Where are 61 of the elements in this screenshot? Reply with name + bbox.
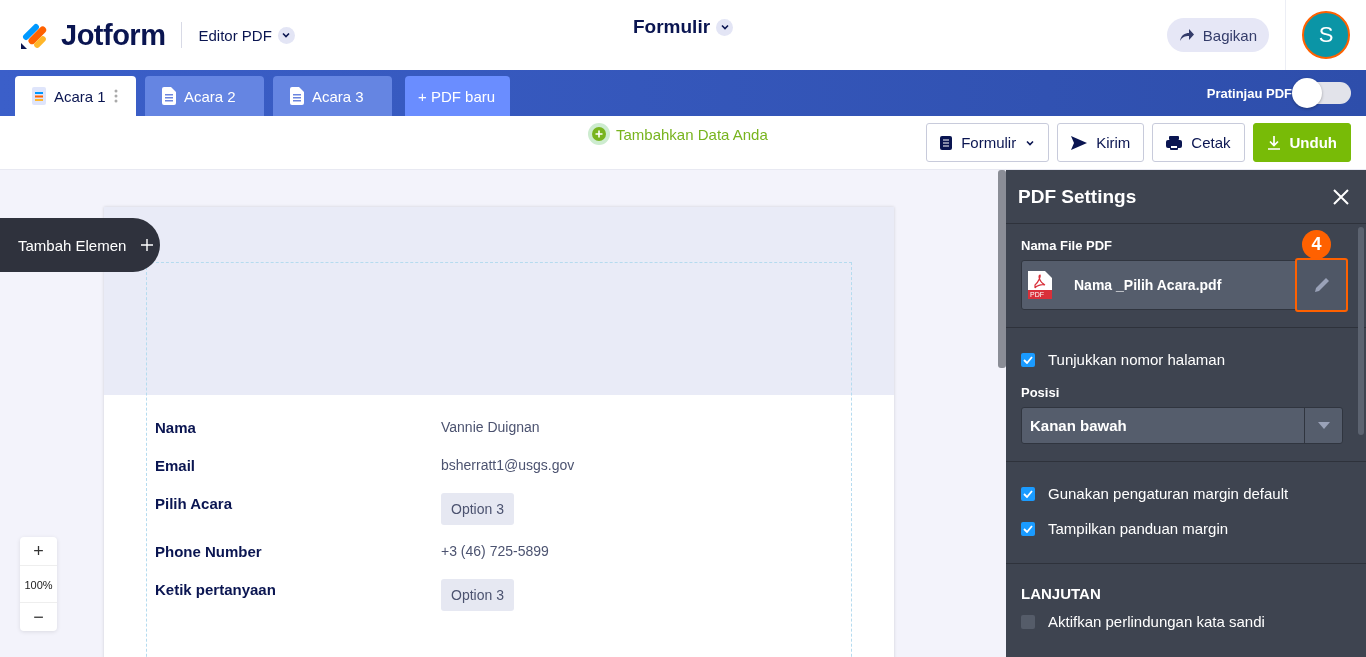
pencil-icon: [1312, 276, 1331, 294]
document-tab[interactable]: Acara 2: [145, 76, 264, 116]
field-label: Email: [155, 456, 197, 474]
field-value: +3 (46) 725-5899: [441, 542, 549, 559]
field-label: Nama File PDF: [1021, 238, 1113, 253]
zoom-in-button[interactable]: +: [20, 537, 57, 565]
document-icon: [162, 87, 176, 105]
toolbar-button[interactable]: Cetak: [1152, 123, 1245, 162]
send-icon: [1071, 135, 1088, 150]
field-label: Nama: [155, 418, 197, 436]
share-button[interactable]: Bagikan: [1166, 18, 1269, 52]
plus-icon: [141, 239, 153, 251]
checkbox[interactable]: [1021, 352, 1035, 367]
option-chip: Option 3: [441, 493, 514, 525]
document-icon: [940, 135, 953, 150]
zoom-out-button[interactable]: −: [20, 603, 57, 631]
form-title-dropdown[interactable]: Formulir: [633, 16, 734, 38]
step-badge: 4: [1302, 230, 1331, 259]
toolbar-button[interactable]: Formulir: [926, 123, 1050, 162]
plus-circle-icon: [588, 123, 610, 145]
checkbox[interactable]: [1021, 614, 1035, 629]
close-icon: [1333, 188, 1349, 205]
avatar[interactable]: S: [1302, 11, 1350, 59]
caret-down-icon: [1317, 421, 1330, 430]
close-button[interactable]: [1333, 188, 1349, 205]
panel-title: PDF Settings: [1018, 185, 1137, 208]
share-arrow-icon: [1178, 28, 1195, 42]
document-icon: [32, 87, 46, 105]
checkmark-icon: [1023, 355, 1033, 364]
field-value: Vannie Duignan: [441, 418, 540, 435]
field-value: bsherratt1@usgs.gov: [441, 456, 575, 473]
chevron-down-icon: [281, 30, 292, 40]
checkmark-icon: [1023, 524, 1033, 533]
checkbox-label: Tunjukkan nomor halaman: [1048, 351, 1226, 368]
field-label: Pilih Acara: [155, 494, 233, 512]
position-dropdown[interactable]: Kanan bawah: [1021, 407, 1343, 444]
checkbox-label: Gunakan pengaturan margin default: [1048, 485, 1289, 502]
more-options-icon: [113, 89, 118, 103]
checkbox-label: Aktifkan perlindungan kata sandi: [1048, 613, 1265, 630]
checkbox[interactable]: [1021, 486, 1035, 501]
checkmark-icon: [1023, 489, 1033, 498]
field-label: Posisi: [1021, 385, 1060, 400]
document-tab[interactable]: Acara 1: [15, 76, 136, 116]
field-label: Ketik pertanyaan: [155, 580, 277, 598]
section-title: LANJUTAN: [1021, 585, 1102, 602]
toolbar-button[interactable]: Kirim: [1057, 123, 1145, 162]
add-element-button[interactable]: Tambah Elemen: [0, 218, 160, 272]
chevron-down-icon: [719, 22, 730, 32]
printer-icon: [1166, 135, 1183, 150]
checkbox[interactable]: [1021, 521, 1035, 536]
document-tab[interactable]: Acara 3: [273, 76, 392, 116]
toggle-label: Pratinjau PDF: [1206, 85, 1292, 101]
zoom-level: 100%: [20, 565, 57, 603]
product-dropdown[interactable]: Editor PDF: [198, 26, 295, 44]
file-name: Nama _Pilih Acara.pdf: [1074, 277, 1223, 293]
option-chip: Option 3: [441, 579, 514, 611]
download-icon: [1266, 135, 1281, 150]
checkbox-label: Tampilkan panduan margin: [1048, 520, 1229, 537]
brand-name: Jotform: [61, 18, 166, 52]
field-label: Phone Number: [155, 542, 263, 560]
document-icon: [290, 87, 304, 105]
